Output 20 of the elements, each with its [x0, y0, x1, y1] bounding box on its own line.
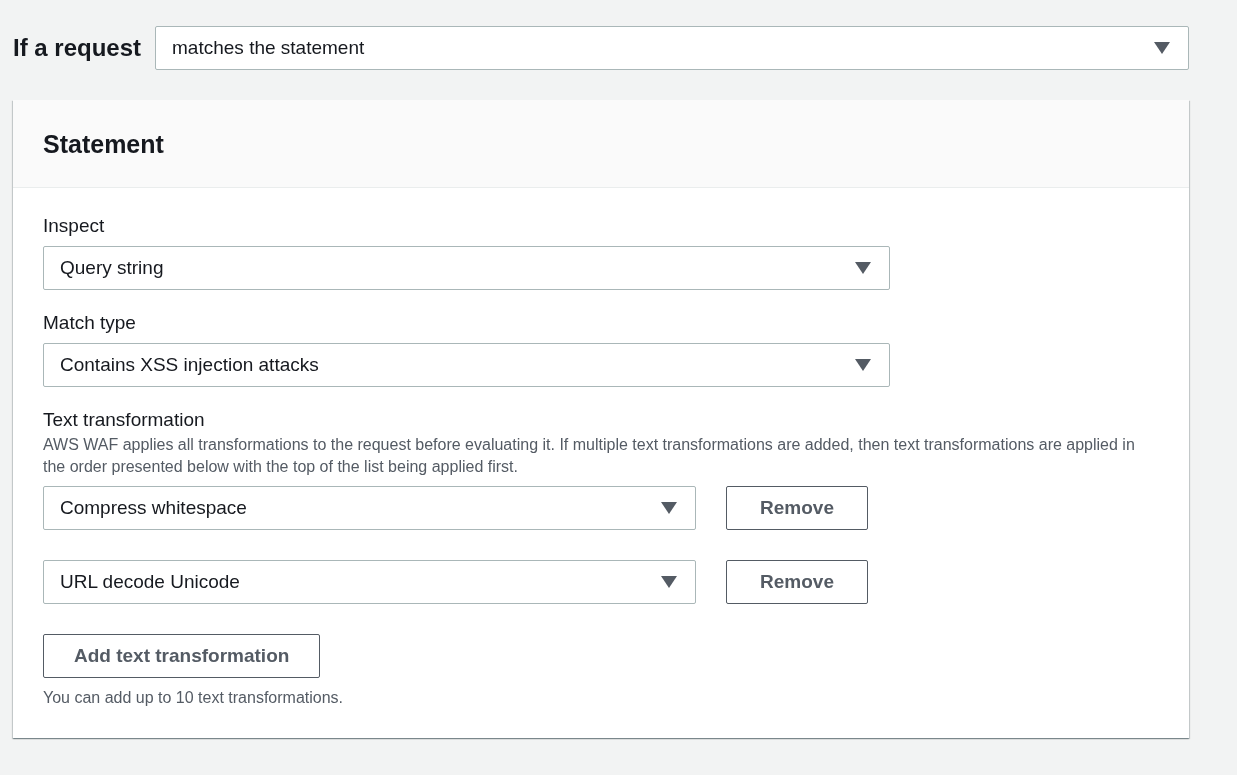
caret-icon: [661, 502, 677, 514]
dropdown-select[interactable]: URL decode Unicode: [43, 560, 696, 604]
remove-button[interactable]: Remove: [726, 560, 868, 604]
dropdown-select[interactable]: matches the statement: [155, 26, 1189, 70]
caret-icon: [855, 262, 871, 274]
caret-icon: [661, 576, 677, 588]
caret-icon: [1154, 42, 1170, 54]
add-transformation-button[interactable]: Add text transformation: [43, 634, 321, 678]
field-label: Inspect: [43, 214, 106, 238]
dropdown-select[interactable]: Compress whitespace: [43, 486, 696, 530]
dropdown-select[interactable]: Contains XSS injection attacks: [43, 343, 890, 387]
field-label: Match type: [43, 311, 137, 335]
field-label: Text transformation: [43, 408, 206, 432]
field-description: AWS WAF applies all transformations to the request before evaluating it. If multiple text transformations are added, then text transformations are applied in the order presented below with the top of the list being applied first.: [43, 435, 1136, 477]
panel-title: Statement: [43, 128, 164, 159]
dropdown-select[interactable]: Query string: [43, 246, 890, 290]
remove-button[interactable]: Remove: [726, 486, 868, 530]
helper-text: You can add up to 10 text transformations.: [43, 688, 345, 708]
caret-icon: [855, 359, 871, 371]
condition-label: If a request: [13, 33, 142, 63]
